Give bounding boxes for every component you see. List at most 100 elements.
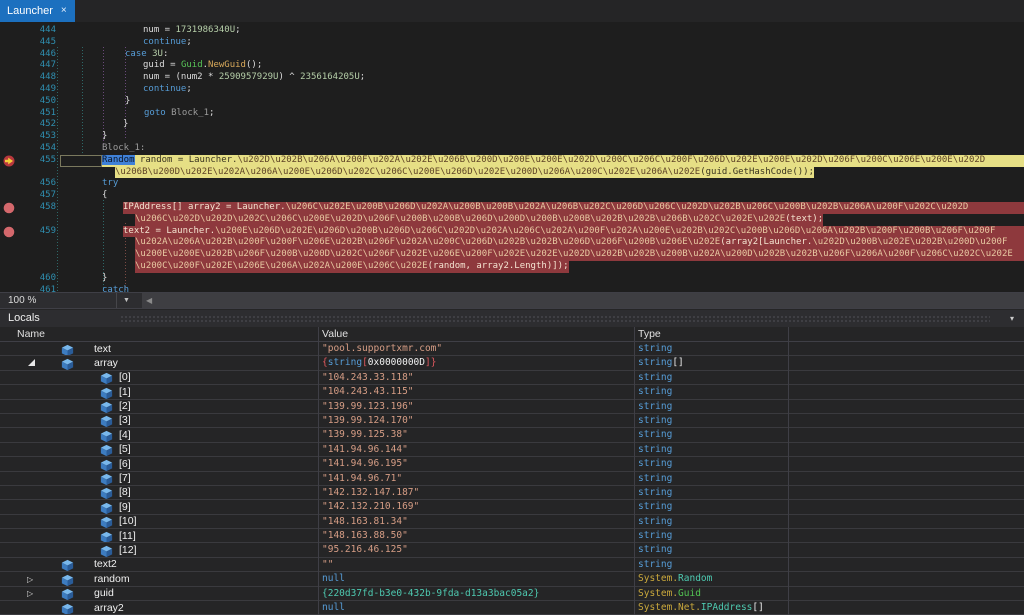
variable-value-cell[interactable]: null xyxy=(322,572,632,585)
code-line[interactable]: 454 Block_1: xyxy=(0,143,1024,155)
code-line[interactable]: 453} xyxy=(0,131,1024,143)
zoom-dropdown-chevron-icon[interactable]: ▼ xyxy=(116,292,136,309)
locals-row[interactable]: [6] "141.94.96.195" string xyxy=(0,457,1024,472)
glyph-margin[interactable] xyxy=(0,167,18,179)
locals-row[interactable]: [0] "104.243.33.118" string xyxy=(0,371,1024,386)
code-line[interactable]: 450} xyxy=(0,96,1024,108)
variable-value-cell[interactable]: "142.132.147.187" xyxy=(322,486,632,499)
panel-menu-chevron-icon[interactable]: ▾ xyxy=(1010,314,1014,323)
code-line[interactable]: 461 catch xyxy=(0,285,1024,292)
horizontal-scrollbar[interactable]: ◀ xyxy=(142,292,1024,309)
code-line[interactable]: \u200C\u200F\u202E\u206E\u206A\u202A\u20… xyxy=(0,260,1024,273)
glyph-margin[interactable] xyxy=(0,96,18,108)
current-statement-arrow-icon[interactable] xyxy=(0,155,18,167)
glyph-margin[interactable] xyxy=(0,37,18,49)
variable-value-cell[interactable]: "141.94.96.195" xyxy=(322,457,632,470)
code-line[interactable]: 445 continue; xyxy=(0,37,1024,49)
glyph-margin[interactable] xyxy=(0,72,18,84)
glyph-margin[interactable] xyxy=(0,285,18,292)
code-line[interactable]: \u202A\u206A\u202B\u200F\u200F\u206E\u20… xyxy=(0,237,1024,250)
locals-row[interactable]: [11] "148.163.88.50" string xyxy=(0,529,1024,544)
variable-value-cell[interactable]: {string[0x0000000D]} xyxy=(322,356,632,369)
variable-value-cell[interactable]: "139.99.125.38" xyxy=(322,428,632,441)
variable-value-cell[interactable]: "139.99.123.196" xyxy=(322,400,632,413)
code-line[interactable]: 457 { xyxy=(0,190,1024,202)
breakpoint-icon[interactable] xyxy=(0,202,18,214)
locals-row[interactable]: [3] "139.99.124.170" string xyxy=(0,414,1024,429)
close-icon[interactable]: × xyxy=(61,6,67,16)
column-separator[interactable] xyxy=(634,327,635,615)
code-line[interactable]: 456 try xyxy=(0,178,1024,190)
locals-row[interactable]: [4] "139.99.125.38" string xyxy=(0,428,1024,443)
zoom-level-combobox[interactable]: 100 % xyxy=(0,293,116,309)
glyph-margin[interactable] xyxy=(0,249,18,261)
expander-closed-icon[interactable]: ▷ xyxy=(27,573,33,586)
column-header-type[interactable]: Type xyxy=(638,328,661,340)
locals-row[interactable]: ▷ random null System.Random xyxy=(0,572,1024,587)
glyph-margin[interactable] xyxy=(0,60,18,72)
tab-launcher[interactable]: Launcher × xyxy=(0,0,75,22)
variable-value-cell[interactable]: "141.94.96.144" xyxy=(322,443,632,456)
locals-row[interactable]: [12] "95.216.46.125" string xyxy=(0,543,1024,558)
glyph-margin[interactable] xyxy=(0,119,18,131)
code-line[interactable]: 447 guid = Guid.NewGuid(); xyxy=(0,60,1024,72)
locals-row[interactable]: [9] "142.132.210.169" string xyxy=(0,500,1024,515)
breakpoint-icon[interactable] xyxy=(0,226,18,238)
column-header-name[interactable]: Name xyxy=(17,328,45,340)
variable-value-cell[interactable]: "148.163.81.34" xyxy=(322,515,632,528)
variable-value-cell[interactable]: "" xyxy=(322,558,632,571)
glyph-margin[interactable] xyxy=(0,84,18,96)
glyph-margin[interactable] xyxy=(0,108,18,120)
code-line[interactable]: 459 text2 = Launcher.\u200E\u206D\u202E\u… xyxy=(0,225,1024,238)
locals-row[interactable]: [7] "141.94.96.71" string xyxy=(0,472,1024,486)
code-line[interactable]: \u206C\u202D\u202D\u202C\u206C\u200E\u20… xyxy=(0,213,1024,226)
variable-value-cell[interactable]: "95.216.46.125" xyxy=(322,543,632,556)
code-line[interactable]: 460} xyxy=(0,273,1024,285)
glyph-margin[interactable] xyxy=(0,261,18,273)
glyph-margin[interactable] xyxy=(0,190,18,202)
locals-row[interactable]: text2 "" string xyxy=(0,558,1024,573)
variable-value-cell[interactable]: {220d37fd-b3e0-432b-9fda-d13a3bac05a2} xyxy=(322,587,632,600)
locals-row[interactable]: array2 null System.Net.IPAddress[] xyxy=(0,601,1024,615)
variable-value-cell[interactable]: "141.94.96.71" xyxy=(322,472,632,485)
variable-value-cell[interactable]: "148.163.88.50" xyxy=(322,529,632,542)
variable-value-cell[interactable]: "104.243.33.118" xyxy=(322,371,632,384)
variable-value-cell[interactable]: "pool.supportxmr.com" xyxy=(322,342,632,355)
code-line[interactable]: 448 num = (num2 * 2590957929U) ^ 23561642… xyxy=(0,72,1024,84)
code-line[interactable]: \u206B\u200D\u202E\u202A\u206A\u200E\u20… xyxy=(0,166,1024,179)
locals-row[interactable]: text "pool.supportxmr.com" string xyxy=(0,342,1024,357)
code-line[interactable]: 455 Random random = Launcher.\u202D\u202B… xyxy=(0,154,1024,167)
locals-row[interactable]: [2] "139.99.123.196" string xyxy=(0,400,1024,414)
column-separator[interactable] xyxy=(318,327,319,615)
locals-row[interactable]: [5] "141.94.96.144" string xyxy=(0,443,1024,458)
code-line[interactable]: \u200E\u200E\u202B\u206F\u200B\u200D\u20… xyxy=(0,249,1024,261)
expander-closed-icon[interactable]: ▷ xyxy=(27,587,33,600)
glyph-margin[interactable] xyxy=(0,273,18,285)
glyph-margin[interactable] xyxy=(0,178,18,190)
expander-open-icon[interactable] xyxy=(28,359,35,367)
glyph-margin[interactable] xyxy=(0,25,18,37)
column-separator[interactable] xyxy=(788,327,789,615)
variable-value-cell[interactable]: "142.132.210.169" xyxy=(322,500,632,513)
glyph-margin[interactable] xyxy=(0,143,18,155)
code-line[interactable]: 458 IPAddress[] array2 = Launcher.\u206C\… xyxy=(0,201,1024,214)
locals-row[interactable]: ▷ guid {220d37fd-b3e0-432b-9fda-d13a3bac05… xyxy=(0,587,1024,602)
code-line[interactable]: 446 case 3U: xyxy=(0,49,1024,61)
locals-row[interactable]: array {string[0x0000000D]} string[] xyxy=(0,356,1024,371)
code-line[interactable]: 452} xyxy=(0,119,1024,131)
locals-row[interactable]: [10] "148.163.81.34" string xyxy=(0,515,1024,530)
code-editor[interactable]: 444 num = 1731986340U; 445 continue; 446 case… xyxy=(0,22,1024,292)
code-line[interactable]: 449 continue; xyxy=(0,84,1024,96)
code-line[interactable]: 444 num = 1731986340U; xyxy=(0,25,1024,37)
column-header-value[interactable]: Value xyxy=(322,328,348,340)
locals-row[interactable]: [8] "142.132.147.187" string xyxy=(0,486,1024,501)
glyph-margin[interactable] xyxy=(0,214,18,226)
locals-row[interactable]: [1] "104.243.43.115" string xyxy=(0,385,1024,400)
scroll-left-arrow-icon[interactable]: ◀ xyxy=(146,296,152,306)
variable-value-cell[interactable]: "139.99.124.170" xyxy=(322,414,632,427)
glyph-margin[interactable] xyxy=(0,237,18,249)
variable-value-cell[interactable]: null xyxy=(322,601,632,614)
glyph-margin[interactable] xyxy=(0,49,18,61)
glyph-margin[interactable] xyxy=(0,131,18,143)
variable-value-cell[interactable]: "104.243.43.115" xyxy=(322,385,632,398)
